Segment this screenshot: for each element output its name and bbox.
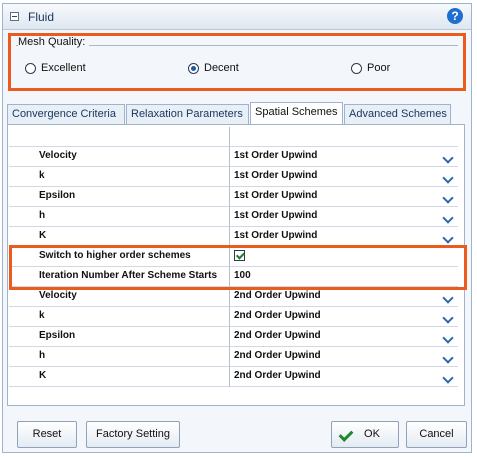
radio-poor-label: Poor — [367, 62, 391, 74]
scheme-select[interactable]: 1st Order Upwind — [230, 147, 458, 167]
scheme-value: 2nd Order Upwind — [234, 310, 321, 321]
scheme-select[interactable]: 2nd Order Upwind — [230, 307, 458, 327]
help-icon[interactable]: ? — [447, 8, 463, 24]
scheme-value: 1st Order Upwind — [234, 210, 318, 221]
scheme-select[interactable]: 2nd Order Upwind — [230, 287, 458, 307]
table-row[interactable]: K 1st Order Upwind — [9, 227, 458, 247]
table-row[interactable]: h 2nd Order Upwind — [9, 347, 458, 367]
scheme-select[interactable]: 2nd Order Upwind — [230, 327, 458, 347]
tab-relaxation-parameters[interactable]: Relaxation Parameters — [126, 104, 249, 124]
cancel-button[interactable]: Cancel — [406, 421, 467, 448]
row-name: k — [11, 307, 230, 327]
scheme-select[interactable]: 1st Order Upwind — [230, 207, 458, 227]
scheme-select[interactable]: 2nd Order Upwind — [230, 347, 458, 367]
reset-button[interactable]: Reset — [17, 421, 77, 448]
collapse-icon[interactable] — [10, 12, 19, 21]
scheme-select[interactable]: 1st Order Upwind — [230, 187, 458, 207]
row-name: k — [11, 167, 230, 187]
check-icon — [338, 427, 354, 442]
table-row[interactable]: k 1st Order Upwind — [9, 167, 458, 187]
radio-poor[interactable]: Poor — [351, 62, 390, 74]
scheme-value: 1st Order Upwind — [234, 170, 318, 181]
scheme-value: 2nd Order Upwind — [234, 330, 321, 341]
row-name: h — [11, 347, 230, 367]
table-row[interactable]: Velocity 2nd Order Upwind — [9, 287, 458, 307]
radio-excellent-label: Excellent — [41, 62, 86, 74]
chevron-down-icon[interactable] — [441, 370, 456, 385]
table-row — [9, 127, 458, 147]
chevron-down-icon[interactable] — [441, 330, 456, 345]
table-row[interactable]: k 2nd Order Upwind — [9, 307, 458, 327]
tab-convergence-criteria[interactable]: Convergence Criteria — [7, 104, 125, 124]
mesh-quality-label: Mesh Quality: — [18, 36, 90, 48]
ok-label: OK — [364, 428, 380, 440]
table-header-value — [230, 127, 458, 147]
factory-setting-button[interactable]: Factory Setting — [86, 421, 180, 448]
scheme-value: 2nd Order Upwind — [234, 350, 321, 361]
table-row[interactable]: Epsilon 2nd Order Upwind — [9, 327, 458, 347]
chevron-down-icon[interactable] — [441, 190, 456, 205]
table-header-name — [11, 127, 230, 147]
radio-decent[interactable]: Decent — [188, 62, 239, 74]
radio-poor-icon[interactable] — [351, 62, 362, 74]
row-name: Epsilon — [11, 187, 230, 207]
panel-title: Fluid — [28, 10, 55, 24]
scheme-value: 1st Order Upwind — [234, 230, 318, 241]
scheme-value: 1st Order Upwind — [234, 190, 318, 201]
chevron-down-icon[interactable] — [441, 290, 456, 305]
scheme-select[interactable]: 2nd Order Upwind — [230, 367, 458, 387]
radio-decent-label: Decent — [204, 62, 239, 74]
table-row[interactable]: K 2nd Order Upwind — [9, 367, 458, 387]
scheme-value: 1st Order Upwind — [234, 150, 318, 161]
scheme-value: 2nd Order Upwind — [234, 290, 321, 301]
scheme-select[interactable]: 1st Order Upwind — [230, 227, 458, 247]
row-name: K — [11, 227, 230, 247]
panel-header[interactable]: Fluid ? — [3, 4, 471, 30]
highlight-box — [9, 245, 467, 290]
chevron-down-icon[interactable] — [441, 230, 456, 245]
chevron-down-icon[interactable] — [441, 170, 456, 185]
row-name: Epsilon — [11, 327, 230, 347]
radio-excellent[interactable]: Excellent — [25, 62, 86, 74]
scheme-value: 2nd Order Upwind — [234, 370, 321, 381]
table-row[interactable]: Epsilon 1st Order Upwind — [9, 187, 458, 207]
chevron-down-icon[interactable] — [441, 210, 456, 225]
chevron-down-icon[interactable] — [441, 310, 456, 325]
row-name: h — [11, 207, 230, 227]
chevron-down-icon[interactable] — [441, 350, 456, 365]
row-name: Velocity — [11, 147, 230, 167]
tab-spatial-schemes[interactable]: Spatial Schemes — [250, 102, 343, 124]
mesh-quality-group: Mesh Quality: Excellent Decent Poor — [8, 33, 466, 91]
table-row[interactable]: Velocity 1st Order Upwind — [9, 147, 458, 167]
ok-button[interactable]: OK — [331, 421, 399, 448]
chevron-down-icon[interactable] — [441, 150, 456, 165]
table-row[interactable]: h 1st Order Upwind — [9, 207, 458, 227]
row-name: K — [11, 367, 230, 387]
tab-advanced-schemes[interactable]: Advanced Schemes — [344, 104, 451, 124]
radio-decent-icon[interactable] — [188, 62, 199, 74]
radio-excellent-icon[interactable] — [25, 62, 36, 74]
row-name: Velocity — [11, 287, 230, 307]
scheme-select[interactable]: 1st Order Upwind — [230, 167, 458, 187]
